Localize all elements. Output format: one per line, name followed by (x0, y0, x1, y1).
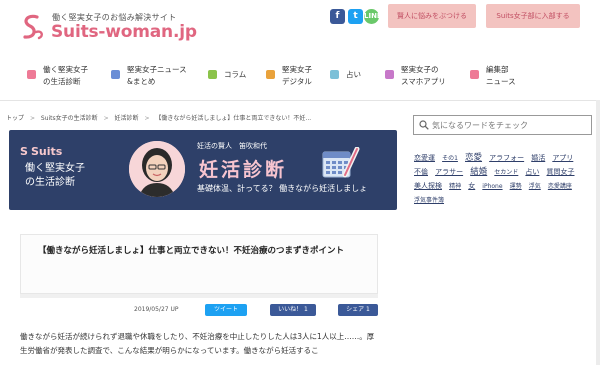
share-button[interactable]: シェア 1 (338, 304, 378, 316)
tag-link[interactable]: アラフォー (489, 154, 524, 162)
breadcrumb-separator: > (144, 115, 150, 122)
nav-item-digital[interactable]: 堅実女子 デジタル (266, 56, 326, 96)
diagnosis-banner[interactable]: S Suits 働く堅実女子 の生活診断 妊活の賢人 笛吹和代 妊活診断 基礎体… (9, 130, 397, 210)
tag-link[interactable]: アラサー (435, 168, 463, 176)
nav-label: 編集部 ニュース (486, 65, 516, 86)
tag-link[interactable]: 恋愛運 (414, 154, 435, 162)
nav-label: コラム (224, 70, 247, 79)
tag-link[interactable]: 占い (525, 168, 539, 176)
logo-mark-icon[interactable] (19, 12, 45, 42)
tag-link[interactable]: アプリ (552, 154, 573, 162)
twitter-icon[interactable]: t (348, 9, 363, 24)
nav-item-column[interactable]: コラム (208, 56, 258, 96)
banner-author-name: 妊活の賢人 笛吹和代 (197, 142, 267, 150)
article-body: 働きながら妊活が続けられず退職や休職をしたり、不妊治療を中止したりした人は3人に… (20, 332, 375, 355)
heart-icon (27, 70, 36, 79)
consult-button[interactable]: 賢人に悩みをぶつける (388, 4, 476, 28)
nav-item-news[interactable]: 堅実女子ニュース &まとめ (111, 56, 201, 96)
like-button-label: いいね！ 1 (278, 306, 308, 313)
banner-suits-logo: Suits (31, 145, 63, 158)
search-input[interactable] (432, 118, 588, 132)
banner-title: 働く堅実女子 の生活診断 (25, 163, 85, 188)
search-icon[interactable] (419, 120, 429, 130)
card-shadow (20, 294, 378, 298)
tag-link[interactable]: 精神 (449, 183, 461, 190)
nav-label: 堅実女子 デジタル (282, 65, 312, 86)
tag-link[interactable]: セカンド (494, 169, 518, 176)
nav-label: 堅実女子ニュース &まとめ (127, 65, 187, 86)
breadcrumb-category[interactable]: Suits女子の生活診断 (41, 115, 98, 122)
article-title: 【働きながら妊活しましょ】仕事と両立できない！不妊治療のつまずきポイント (38, 246, 345, 256)
tag-link[interactable]: iPhone (482, 183, 502, 190)
phone-icon (385, 70, 394, 79)
banner-subtitle: 基礎体温、計ってる？ 働きながら妊活しましょ (197, 184, 368, 193)
breadcrumb-subcategory[interactable]: 妊活診断 (115, 115, 139, 122)
banner-main-title: 妊活診断 (199, 159, 288, 181)
tag-link[interactable]: 恋愛講座 (548, 183, 572, 190)
author-portrait (129, 141, 185, 197)
scrollbar-track[interactable] (596, 100, 600, 365)
tag-link[interactable]: 結婚 (470, 167, 487, 177)
share-button-label: シェア 1 (346, 306, 370, 313)
nav-label: 堅実女子の スマホアプリ (401, 65, 446, 86)
book-icon (208, 70, 217, 79)
article-title-card: 【働きながら妊活しましょ】仕事と両立できない！不妊治療のつまずきポイント (20, 234, 378, 294)
bubble-icon (470, 70, 479, 79)
star-icon (330, 70, 339, 79)
breadcrumb-home[interactable]: トップ (6, 115, 24, 122)
breadcrumb-separator: > (29, 115, 35, 122)
nav-item-editorial-news[interactable]: 編集部 ニュース (470, 56, 530, 96)
news-icon (111, 70, 120, 79)
tag-link[interactable]: 恋愛 (465, 153, 482, 163)
tag-cloud: 恋愛運 その1 恋愛 アラフォー 婚活 アプリ 不倫 アラサー 結婚 セカンド … (414, 150, 594, 206)
nav-label: 働く堅実女子 の生活診断 (43, 65, 88, 86)
nav-divider (0, 100, 600, 101)
pen-icon (266, 70, 275, 79)
tag-link[interactable]: 浮気事件簿 (414, 197, 444, 204)
tag-link[interactable]: 美人探検 (414, 182, 442, 190)
breadcrumb: トップ > Suits女子の生活診断 > 妊活診断 > 【働きながら妊活しましょ… (6, 113, 315, 122)
tweet-button-label: ツイート (213, 306, 238, 313)
facebook-icon[interactable]: f (330, 9, 345, 24)
tag-link[interactable]: 不倫 (414, 168, 428, 176)
tweet-button[interactable]: ツイート (205, 304, 247, 316)
tag-link[interactable]: 女 (468, 182, 475, 190)
line-icon[interactable]: LINE (364, 9, 382, 24)
tag-link[interactable]: 婚活 (531, 154, 545, 162)
tag-link[interactable]: その1 (442, 155, 458, 162)
nav-label: 占い (346, 70, 361, 79)
nav-item-fortune[interactable]: 占い (330, 56, 370, 96)
calendar-thermometer-icon (322, 147, 360, 178)
tag-link[interactable]: 質問女子 (547, 168, 575, 176)
join-club-button[interactable]: Suits女子部に入部する (486, 4, 580, 28)
site-search[interactable] (413, 115, 592, 135)
suits-logo-icon: S (20, 145, 28, 158)
site-header: 働く堅実女子のお悩み解決サイト Suits-woman.jp f t LINE … (0, 0, 600, 50)
tag-link[interactable]: 浮気 (529, 183, 541, 190)
consult-button-label: 賢人に悩みをぶつける (397, 12, 467, 20)
publish-date: 2019/05/27 UP (134, 306, 179, 313)
breadcrumb-current: 【働きながら妊活しましょ】仕事と両立できない！不妊... (155, 115, 312, 122)
tag-link[interactable]: 運勢 (510, 183, 522, 190)
breadcrumb-separator: > (103, 115, 109, 122)
nav-item-app[interactable]: 堅実女子の スマホアプリ (385, 56, 465, 96)
main-nav: 働く堅実女子 の生活診断 堅実女子ニュース &まとめ コラム 堅実女子 デジタル… (0, 56, 600, 96)
nav-item-life-diagnosis[interactable]: 働く堅実女子 の生活診断 (27, 56, 117, 96)
join-club-button-label: Suits女子部に入部する (496, 12, 570, 20)
site-logo[interactable]: Suits-woman.jp (51, 22, 197, 42)
like-button[interactable]: いいね！ 1 (270, 304, 316, 316)
